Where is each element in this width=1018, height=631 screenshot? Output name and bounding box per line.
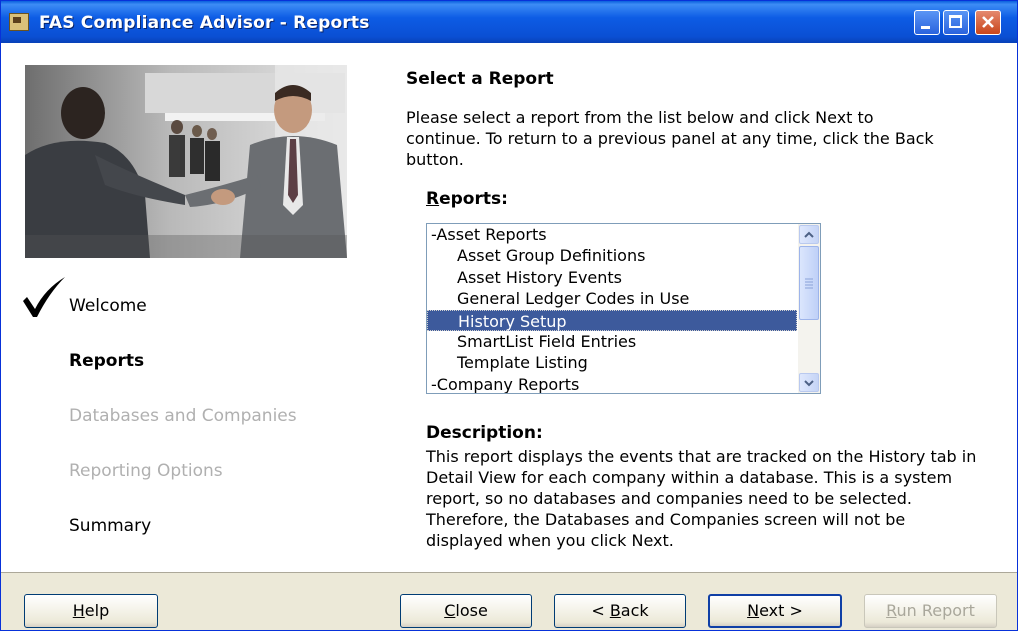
description-text: This report displays the events that are…: [426, 447, 977, 550]
step-welcome: Welcome: [69, 296, 147, 316]
list-item[interactable]: Template Listing: [427, 352, 797, 373]
maximize-button[interactable]: [943, 10, 969, 35]
chevron-up-icon: [804, 231, 814, 238]
close-button[interactable]: Close: [400, 594, 532, 628]
grip-icon: [805, 278, 813, 289]
help-button[interactable]: Help: [24, 594, 158, 628]
step-databases-and-companies: Databases and Companies: [69, 406, 297, 426]
reports-list: -Asset Reports Asset Group Definitions A…: [427, 224, 797, 393]
reports-label: Reports:: [426, 189, 508, 209]
back-button[interactable]: < Back: [554, 594, 686, 628]
list-item[interactable]: Asset History Events: [427, 267, 797, 288]
vertical-scrollbar[interactable]: [798, 224, 820, 393]
minimize-button[interactable]: [914, 10, 940, 35]
step-summary: Summary: [69, 516, 152, 536]
title-bar[interactable]: FAS Compliance Advisor - Reports: [1, 1, 1017, 43]
step-reporting-options: Reporting Options: [69, 461, 223, 481]
run-report-button[interactable]: Run Report: [864, 594, 997, 628]
scroll-down-button[interactable]: [799, 373, 819, 392]
scroll-thumb[interactable]: [799, 246, 819, 320]
next-button[interactable]: Next >: [708, 594, 842, 628]
window-title: FAS Compliance Advisor - Reports: [39, 13, 370, 33]
intro-text: Please select a report from the list bel…: [406, 108, 934, 169]
chevron-down-icon: [804, 380, 814, 387]
list-item-selected[interactable]: History Setup: [427, 309, 797, 331]
app-icon: [9, 13, 29, 31]
handshake-photo: [25, 65, 347, 258]
step-reports: Reports: [69, 351, 145, 371]
list-item-group[interactable]: -Asset Reports: [427, 224, 797, 245]
close-window-button[interactable]: [975, 10, 1001, 35]
reports-listbox[interactable]: -Asset Reports Asset Group Definitions A…: [426, 223, 821, 394]
checkmark-icon: [23, 277, 65, 317]
list-item[interactable]: General Ledger Codes in Use: [427, 288, 797, 309]
list-item[interactable]: SmartList Field Entries: [427, 331, 797, 352]
wizard-window: FAS Compliance Advisor - Reports Welcome…: [0, 0, 1018, 631]
list-item-group[interactable]: -Company Reports: [427, 374, 797, 393]
page-title: Select a Report: [406, 69, 554, 89]
list-item[interactable]: Asset Group Definitions: [427, 245, 797, 266]
scroll-up-button[interactable]: [799, 225, 819, 244]
close-icon: [982, 16, 994, 28]
description-label: Description:: [426, 423, 543, 443]
